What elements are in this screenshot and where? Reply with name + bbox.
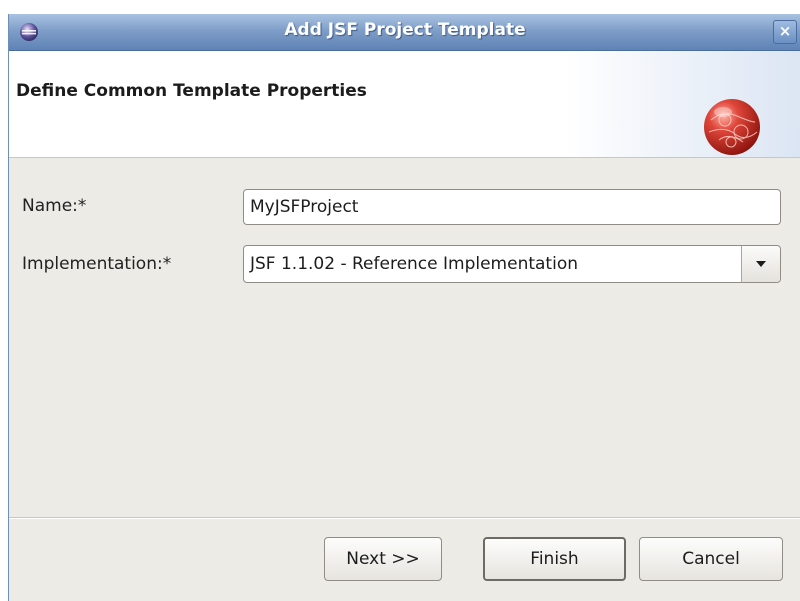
- button-separator: [9, 517, 800, 519]
- cancel-button[interactable]: Cancel: [639, 537, 783, 581]
- name-input[interactable]: [243, 189, 781, 225]
- next-button[interactable]: Next >>: [324, 537, 442, 581]
- implementation-label: Implementation:*: [22, 254, 172, 274]
- chevron-down-icon: [756, 261, 766, 267]
- window-title: Add JSF Project Template: [284, 20, 526, 40]
- dropdown-button[interactable]: [741, 246, 780, 282]
- dialog-window: Add JSF Project Template × Define Common…: [8, 14, 800, 601]
- implementation-value: JSF 1.1.02 - Reference Implementation: [250, 254, 578, 274]
- page-title: Define Common Template Properties: [16, 81, 367, 101]
- close-button[interactable]: ×: [773, 20, 797, 44]
- implementation-select[interactable]: JSF 1.1.02 - Reference Implementation: [243, 245, 781, 283]
- close-icon: ×: [778, 22, 792, 40]
- red-globe-icon: [704, 99, 760, 155]
- title-bar[interactable]: Add JSF Project Template ×: [9, 14, 800, 51]
- wizard-banner: Define Common Template Properties: [9, 51, 800, 158]
- name-label: Name:*: [22, 196, 87, 216]
- finish-button[interactable]: Finish: [483, 537, 626, 581]
